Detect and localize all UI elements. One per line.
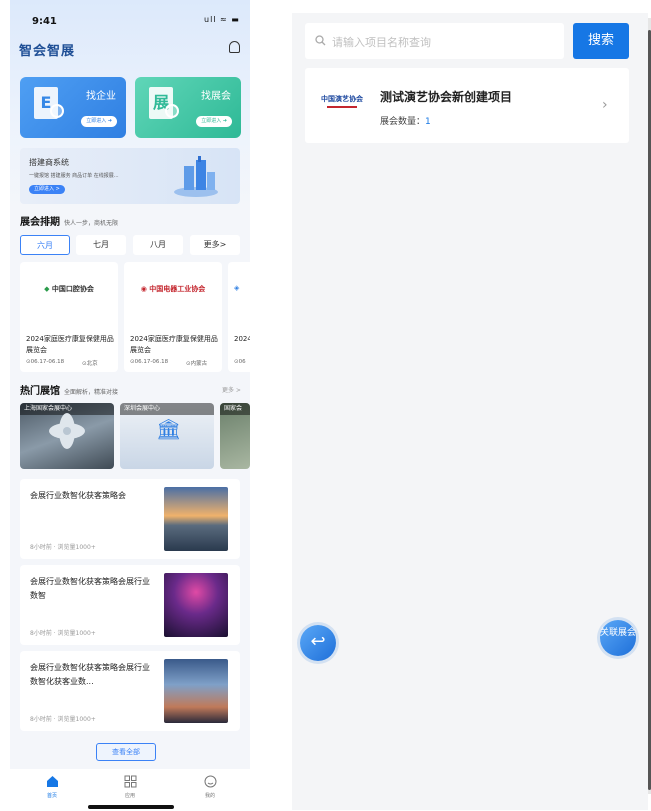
news-meta: 8小时前 · 浏览量1000+	[30, 544, 96, 551]
venues-section-title: 热门展馆 全面解析，精准对接	[20, 382, 118, 397]
news-item[interactable]: 会展行业数智化获客策略会展行业数智化获客业数... 8小时前 · 浏览量1000…	[20, 651, 240, 731]
expo-card[interactable]: ◈ 2024家庭医疗康复保健用品展览会 ⊙06	[228, 262, 250, 372]
expo-date: ⊙06	[234, 359, 246, 365]
project-logo-text: 中国演艺协会	[321, 95, 363, 103]
mobile-home-screen: 9:41 ull ≈ ▬ 智会智展 E 找企业 立即进入 ➜ 展 找展会 立即进…	[10, 0, 250, 811]
search-icon	[315, 35, 326, 46]
chevron-right-icon: ›	[602, 97, 608, 113]
tab-apps[interactable]: 应用	[110, 775, 150, 799]
find-expo-card[interactable]: 展 找展会 立即进入 ➜	[135, 77, 241, 138]
builder-system-banner[interactable]: 搭建商系统 一键报馆 搭建服务 商品订单 在线报展... 立即进入 >	[20, 148, 240, 204]
expo-logo: ◆ 中国口腔协会	[44, 285, 94, 293]
card-title: 找展会	[201, 91, 231, 102]
app-logo: 智会智展	[19, 44, 76, 59]
grid-icon	[124, 775, 136, 788]
count-label: 展会数量：	[380, 117, 426, 127]
project-list-item[interactable]: 中国演艺协会 测试演艺协会新创建项目 展会数量：1 ›	[305, 68, 629, 143]
expo-card[interactable]: ◉ 中国电器工业协会 2024家庭医疗康复保健用品展览会 ⊙06.17-06.1…	[124, 262, 222, 372]
venues-title: 热门展馆	[20, 386, 60, 397]
expo-card[interactable]: ◆ 中国口腔协会 2024家庭医疗康复保健用品展览会 ⊙06.17-06.18 …	[20, 262, 118, 372]
expo-name: 2024家庭医疗康复保健用品展览会	[26, 335, 114, 354]
news-title: 会展行业数智化获客策略会展行业数智	[30, 577, 150, 600]
magnifier-icon	[165, 104, 179, 118]
tab-profile-label: 我的	[204, 793, 215, 799]
logo-underline	[327, 106, 357, 108]
news-image	[164, 573, 228, 637]
tab-home-label: 首页	[46, 793, 57, 799]
news-image	[164, 487, 228, 551]
home-icon	[46, 776, 58, 787]
tab-june[interactable]: 六月	[20, 235, 70, 255]
profile-icon	[204, 775, 216, 788]
expo-logo: ◉ 中国电器工业协会	[140, 285, 206, 293]
banner-title: 搭建商系统	[29, 158, 69, 167]
news-item[interactable]: 会展行业数智化获客策略会 8小时前 · 浏览量1000+	[20, 479, 240, 559]
related-expo-button[interactable]: 关联展会	[600, 620, 636, 656]
schedule-section-title: 展会排期 快人一步，商机无限	[20, 213, 118, 228]
banner-subtitle: 一键报馆 搭建服务 商品订单 在线报展...	[29, 173, 119, 179]
venue-name: 国家会	[220, 403, 250, 415]
news-item[interactable]: 会展行业数智化获客策略会展行业数智 8小时前 · 浏览量1000+	[20, 565, 240, 645]
back-arrow-icon: ↩	[310, 631, 326, 652]
month-tabs: 六月 七月 八月 更多>	[20, 235, 240, 255]
news-title: 会展行业数智化获客策略会展行业数智化获客业数...	[30, 663, 150, 686]
building-illustration-icon	[174, 156, 218, 197]
expo-location: ⊙内蒙古	[186, 361, 208, 367]
building-icon: 🏛	[156, 417, 182, 441]
tab-july[interactable]: 七月	[76, 235, 126, 255]
venue-photo	[49, 413, 85, 449]
notification-bell-icon[interactable]	[229, 41, 240, 53]
tab-august[interactable]: 八月	[133, 235, 183, 255]
venues-subtitle: 全面解析，精准对接	[64, 389, 119, 396]
expo-logo: ◈	[234, 284, 240, 292]
magnifier-icon	[50, 104, 64, 118]
back-button[interactable]: ↩	[300, 625, 336, 661]
search-button[interactable]: 搜索	[573, 23, 629, 59]
enter-button[interactable]: 立即进入 ➜	[81, 116, 117, 127]
expo-location: ⊙北京	[82, 361, 98, 367]
search-input[interactable]: 请输入项目名称查询	[305, 23, 564, 59]
tab-home[interactable]: 首页	[32, 775, 72, 799]
tab-profile[interactable]: 我的	[190, 775, 230, 799]
home-indicator	[88, 805, 174, 809]
status-icons: ull ≈ ▬	[204, 15, 240, 24]
find-company-card[interactable]: E 找企业 立即进入 ➜	[20, 77, 126, 138]
tab-more[interactable]: 更多>	[190, 235, 240, 255]
search-placeholder: 请输入项目名称查询	[332, 36, 431, 49]
schedule-title: 展会排期	[20, 217, 60, 228]
expo-name: 2024家庭医疗康复保健用品展览会	[234, 335, 250, 343]
tab-apps-label: 应用	[124, 793, 135, 799]
expo-date: ⊙06.17-06.18	[130, 359, 169, 365]
news-image	[164, 659, 228, 723]
project-title: 测试演艺协会新创建项目	[380, 90, 513, 104]
project-logo: 中国演艺协会	[315, 82, 369, 126]
venue-card[interactable]: 上海国家会展中心	[20, 403, 114, 469]
project-count: 展会数量：1	[380, 114, 431, 127]
venue-name: 深圳会展中心	[120, 403, 214, 415]
expo-name: 2024家庭医疗康复保健用品展览会	[130, 335, 218, 354]
banner-enter-button[interactable]: 立即进入 >	[29, 185, 65, 194]
status-time: 9:41	[32, 16, 57, 27]
news-meta: 8小时前 · 浏览量1000+	[30, 716, 96, 723]
project-search-panel: 请输入项目名称查询 搜索 中国演艺协会 测试演艺协会新创建项目 展会数量：1 ›…	[292, 13, 648, 810]
venue-card[interactable]: 🏛 深圳会展中心	[120, 403, 214, 469]
news-meta: 8小时前 · 浏览量1000+	[30, 630, 96, 637]
view-all-button[interactable]: 查看全部	[96, 743, 156, 761]
news-title: 会展行业数智化获客策略会	[30, 491, 126, 500]
venue-card[interactable]: 国家会	[220, 403, 250, 469]
card-title: 找企业	[86, 91, 116, 102]
expo-date: ⊙06.17-06.18	[26, 359, 65, 365]
count-value: 1	[425, 117, 431, 127]
venues-more-link[interactable]: 更多 >	[222, 385, 241, 394]
enter-button[interactable]: 立即进入 ➜	[196, 116, 232, 127]
schedule-subtitle: 快人一步，商机无限	[64, 220, 119, 227]
